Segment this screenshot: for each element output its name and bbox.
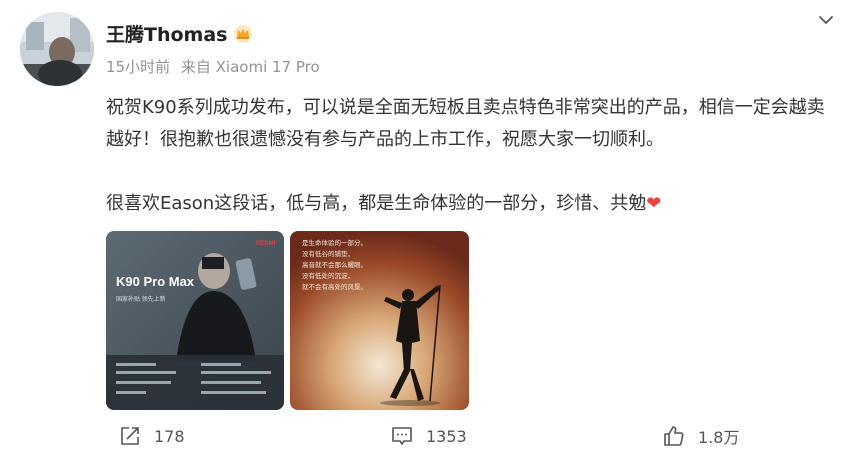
share-button[interactable]: 178	[118, 424, 185, 448]
poster-subtitle: 国家补贴 领先上新	[116, 295, 166, 303]
author-name-text: 王腾Thomas	[106, 24, 228, 46]
poem-line-1: 是生命体验的一部分。	[302, 238, 367, 247]
poem-line-5: 就不会有高处的风景。	[302, 282, 367, 291]
poster-title: K90 Pro Max	[116, 274, 195, 289]
avatar[interactable]	[20, 12, 94, 86]
avatar-photo	[20, 12, 94, 86]
chevron-down-icon[interactable]	[816, 10, 836, 30]
post-paragraph-2: 很喜欢Eason这段话，低与高，都是生命体验的一部分，珍惜、共勉❤	[106, 188, 836, 220]
comment-button[interactable]: 1353	[390, 424, 467, 448]
heart-emoji: ❤	[646, 193, 662, 214]
poem-line-3: 高音就不会那么耀眼。	[302, 260, 367, 269]
post-image-1[interactable]: K90 Pro Max 国家补贴 领先上新 REDMI	[106, 231, 284, 410]
crown-badge-icon	[234, 24, 253, 43]
like-count: 1.8万	[698, 428, 740, 447]
author-name[interactable]: 王腾Thomas	[106, 20, 253, 47]
post-source: 来自 Xiaomi 17 Pro	[180, 58, 320, 76]
like-button[interactable]: 1.8万	[662, 424, 739, 448]
action-bar: 178 1353 1.8万	[0, 420, 858, 454]
thumbs-up-icon	[664, 426, 684, 446]
post-time: 15小时前	[106, 58, 171, 76]
share-icon	[121, 427, 139, 445]
post-body: 祝贺K90系列成功发布，可以说是全面无短板且卖点特色非常突出的产品，相信一定会越…	[106, 92, 836, 220]
comment-icon	[392, 427, 412, 445]
post-paragraph-1: 祝贺K90系列成功发布，可以说是全面无短板且卖点特色非常突出的产品，相信一定会越…	[106, 97, 825, 150]
poem-line-2: 没有低谷的铺垫，	[302, 249, 354, 258]
silhouette-poster-image: 是生命体验的一部分。 没有低谷的铺垫， 高音就不会那么耀眼。 没有低处的沉淀， …	[290, 231, 469, 410]
post-meta: 15小时前 来自 Xiaomi 17 Pro	[106, 56, 320, 77]
post-paragraph-2-text: 很喜欢Eason这段话，低与高，都是生命体验的一部分，珍惜、共勉	[106, 193, 647, 214]
comment-count: 1353	[426, 426, 467, 446]
poster-brand: REDMI	[256, 241, 276, 247]
post-image-2[interactable]: 是生命体验的一部分。 没有低谷的铺垫， 高音就不会那么耀眼。 没有低处的沉淀， …	[290, 231, 469, 410]
poem-line-4: 没有低处的沉淀，	[302, 271, 354, 280]
k90-poster-image: K90 Pro Max 国家补贴 领先上新 REDMI	[106, 231, 284, 410]
share-count: 178	[154, 426, 185, 446]
